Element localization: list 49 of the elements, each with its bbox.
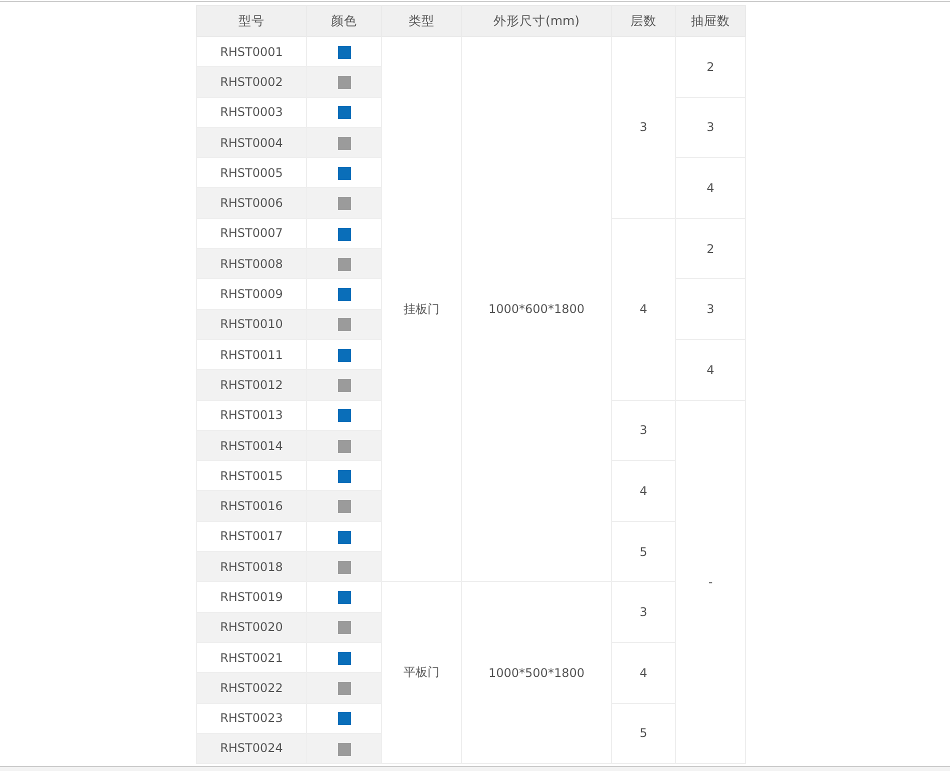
- table-cell: 3: [676, 278, 746, 340]
- table-cell: RHST0011: [196, 339, 306, 370]
- table-cell: RHST0005: [196, 158, 306, 188]
- column-header: 类型: [382, 6, 462, 36]
- table-cell: RHST0020: [196, 612, 306, 642]
- table-cell: RHST0008: [196, 248, 306, 279]
- table-cell: 挂板门: [382, 36, 462, 582]
- table-cell: RHST0001: [196, 36, 306, 67]
- table-cell: RHST0013: [196, 400, 306, 430]
- table-cell: RHST0017: [196, 521, 306, 552]
- table-cell: 2: [676, 36, 746, 98]
- table-cell: 4: [612, 642, 676, 704]
- table-cell: 3: [612, 582, 676, 642]
- column-header: 型号: [196, 6, 306, 36]
- table-cell: RHST0021: [196, 642, 306, 673]
- table-cell: 5: [612, 521, 676, 582]
- table-cell: RHST0006: [196, 188, 306, 218]
- table-cell: RHST0023: [196, 703, 306, 734]
- column-header: 外形尺寸(mm): [462, 6, 612, 36]
- table-cell: RHST0022: [196, 672, 306, 704]
- table-cell: RHST0018: [196, 552, 306, 582]
- table-cell: RHST0007: [196, 218, 306, 249]
- table-cell: RHST0003: [196, 97, 306, 128]
- table-cell: RHST0016: [196, 490, 306, 522]
- column-header: 颜色: [306, 6, 382, 36]
- table-cell: RHST0015: [196, 460, 306, 491]
- table-cell: 4: [676, 158, 746, 218]
- table-cell: RHST0014: [196, 430, 306, 461]
- table-cell: 平板门: [382, 582, 462, 764]
- table-cell: 3: [676, 97, 746, 158]
- table-cell: RHST0019: [196, 582, 306, 612]
- table-cell: RHST0002: [196, 66, 306, 98]
- table-cell: 4: [612, 460, 676, 522]
- table-cell: 1000*500*1800: [462, 582, 612, 764]
- table-cell: 2: [676, 218, 746, 279]
- table-cell: RHST0009: [196, 278, 306, 310]
- table-cell: 1000*600*1800: [462, 36, 612, 582]
- table-cell: 4: [676, 339, 746, 400]
- table-cell: 3: [612, 400, 676, 461]
- table-cell: RHST0024: [196, 733, 306, 764]
- table-cell: 4: [612, 218, 676, 400]
- column-header: 抽屉数: [676, 6, 746, 36]
- table-cell: -: [676, 400, 746, 764]
- table-cell: 3: [612, 36, 676, 218]
- column-header: 层数: [612, 6, 676, 36]
- table-cell: RHST0010: [196, 309, 306, 340]
- table-cell: RHST0004: [196, 127, 306, 158]
- table-cell: RHST0012: [196, 370, 306, 400]
- table-cell: 5: [612, 703, 676, 764]
